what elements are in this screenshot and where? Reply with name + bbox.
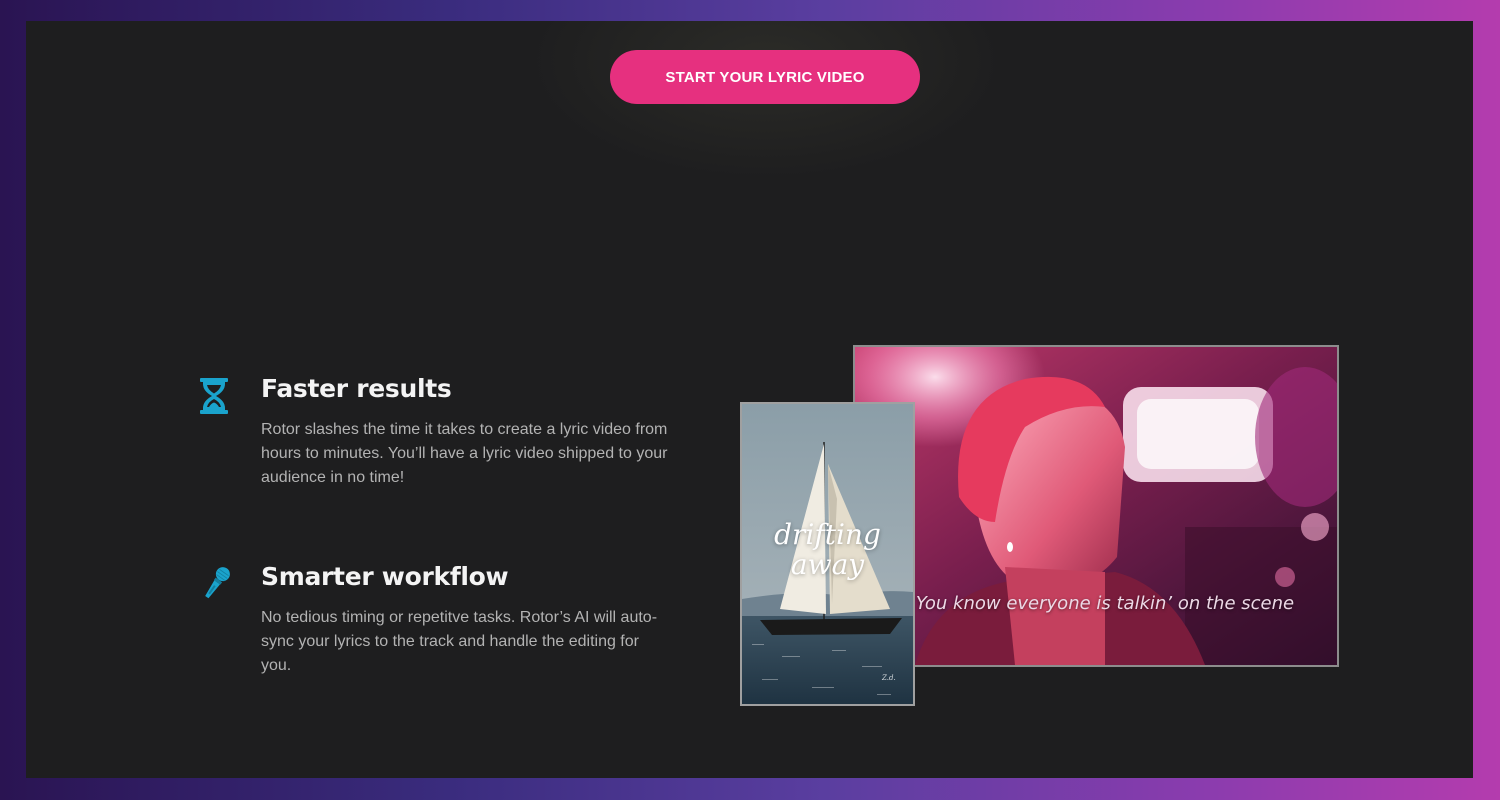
feature-description: Rotor slashes the time it takes to creat… <box>261 421 668 486</box>
feature-title: Smarter workflow <box>261 562 509 591</box>
start-lyric-video-button[interactable]: START YOUR LYRIC VIDEO <box>610 50 920 104</box>
lyric-caption-portrait: drifting away <box>774 518 881 581</box>
landscape-video-preview[interactable]: You know everyone is talkin’ on the scen… <box>853 345 1339 667</box>
microphone-icon <box>196 564 232 604</box>
lyric-caption-landscape: You know everyone is talkin’ on the scen… <box>915 593 1295 614</box>
page-frame: START YOUR LYRIC VIDEO Faster results Ro… <box>26 21 1473 778</box>
portrait-video-preview[interactable]: Z.d. drifting away <box>740 402 915 706</box>
portrait-photo <box>855 347 1337 665</box>
svg-text:Z.d.: Z.d. <box>881 674 896 682</box>
feature-description: No tedious timing or repetitve tasks. Ro… <box>261 609 658 674</box>
feature-title: Faster results <box>261 374 452 403</box>
hourglass-icon <box>196 376 232 416</box>
